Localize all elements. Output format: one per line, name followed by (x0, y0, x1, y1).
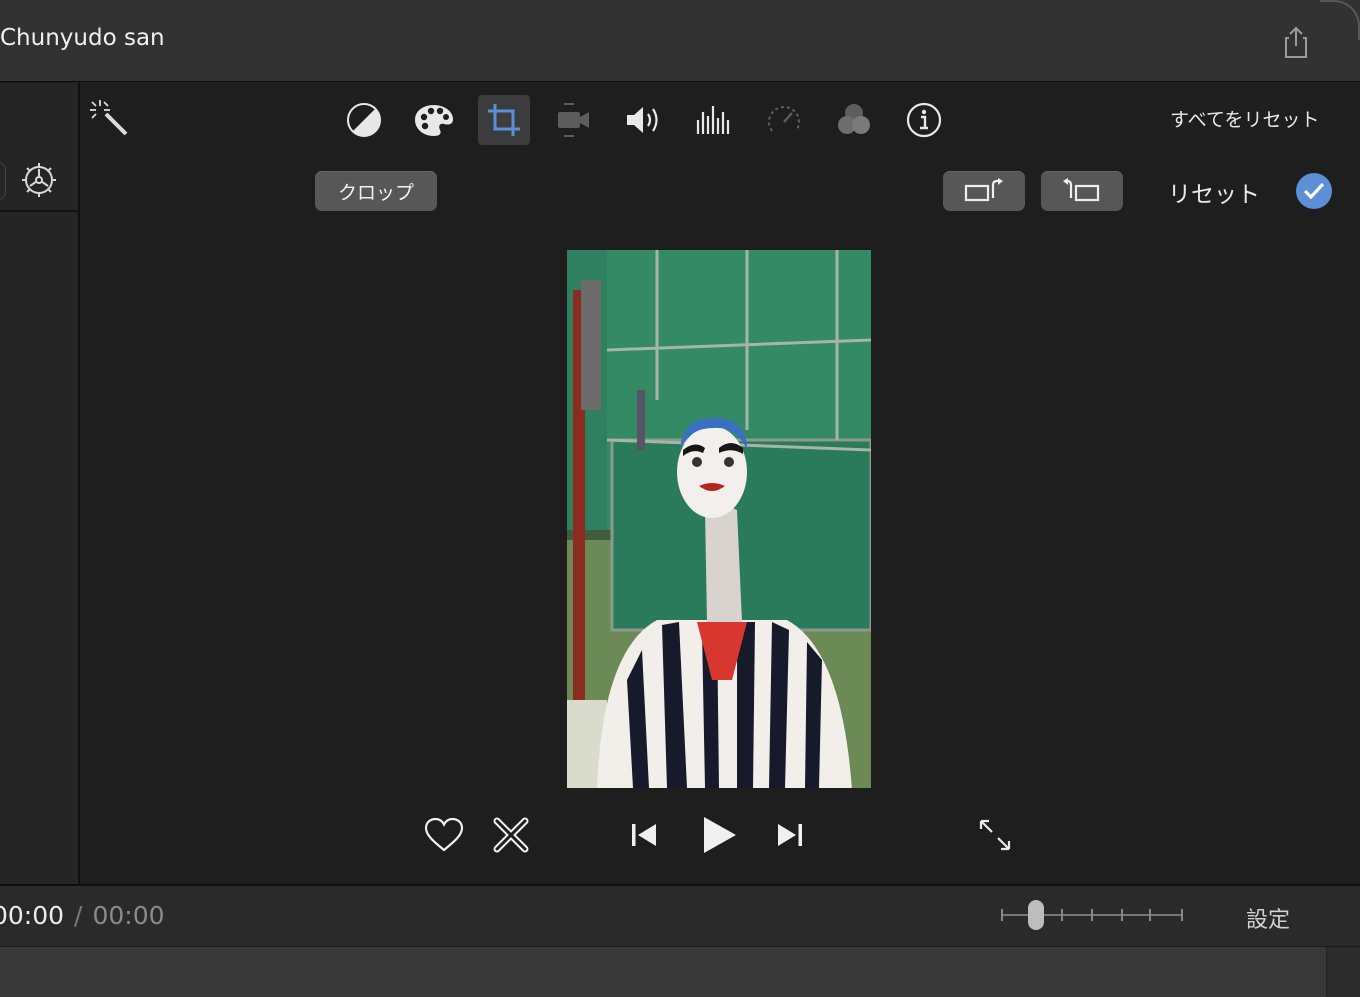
settings-button[interactable]: 設定 (1246, 902, 1290, 934)
pane-divider (0, 210, 78, 212)
timeline-scrollbar[interactable] (1326, 947, 1360, 997)
magic-wand-icon[interactable] (88, 98, 130, 138)
rotate-counterclockwise-button[interactable] (1041, 171, 1123, 211)
reset-button[interactable]: リセット (1168, 175, 1260, 209)
share-icon[interactable] (1280, 24, 1312, 60)
fullscreen-expand-icon[interactable] (974, 812, 1016, 858)
volume-icon[interactable] (618, 95, 670, 145)
equalizer-icon[interactable] (688, 95, 740, 145)
window-title: Chunyudo san (0, 25, 165, 51)
video-frame-image (567, 250, 871, 788)
total-duration: 00:00 (92, 901, 165, 930)
favorite-heart-icon[interactable] (420, 812, 468, 858)
apply-checkmark-button[interactable] (1296, 173, 1332, 209)
skip-back-icon[interactable] (624, 812, 664, 858)
reset-all-button[interactable]: すべてをリセット (1170, 105, 1320, 132)
speed-gauge-icon[interactable] (758, 95, 810, 145)
search-field-edge[interactable] (0, 162, 6, 200)
video-overlay-icon[interactable] (828, 95, 880, 145)
crop-button[interactable]: クロップ (315, 171, 437, 211)
info-icon[interactable] (898, 95, 950, 145)
play-icon[interactable] (694, 812, 744, 858)
gear-icon[interactable] (20, 160, 58, 200)
rotate-clockwise-button[interactable] (943, 171, 1025, 211)
timeline-zoom-slider[interactable] (1000, 900, 1184, 930)
browser-pane (0, 83, 80, 884)
skip-forward-icon[interactable] (770, 812, 810, 858)
reject-x-icon[interactable] (488, 812, 534, 858)
zoom-slider-thumb[interactable] (1028, 900, 1044, 930)
window-corner (1320, 0, 1360, 40)
stabilization-camera-icon[interactable] (548, 95, 600, 145)
color-palette-icon[interactable] (408, 95, 460, 145)
timecode: 00:00 / 00:00 (0, 901, 165, 930)
rotate-clockwise-icon (964, 178, 1003, 202)
title-bar (0, 0, 1360, 82)
current-time: 00:00 (0, 901, 65, 930)
color-balance-icon[interactable] (338, 95, 390, 145)
checkmark-icon (1303, 182, 1325, 200)
time-separator: / (74, 901, 83, 930)
video-viewer[interactable] (567, 250, 871, 788)
timeline-area[interactable] (0, 946, 1360, 997)
rotate-counterclockwise-icon (1063, 178, 1100, 202)
crop-icon[interactable] (478, 95, 530, 145)
